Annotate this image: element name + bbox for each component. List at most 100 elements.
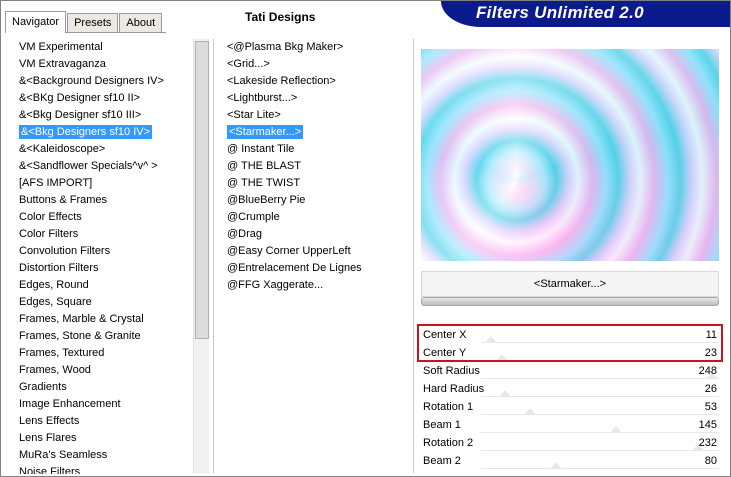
category-item-label: Color Effects (19, 211, 82, 223)
category-item[interactable]: Gradients (11, 379, 191, 396)
filter-item[interactable]: @BlueBerry Pie (221, 192, 401, 209)
tab-presets[interactable]: Presets (67, 13, 119, 33)
category-item[interactable]: Edges, Round (11, 277, 191, 294)
param-thumb[interactable] (549, 462, 562, 469)
category-item[interactable]: Color Filters (11, 226, 191, 243)
category-item[interactable]: Edges, Square (11, 294, 191, 311)
param-slider-center-y[interactable]: Center Y 23 (421, 344, 719, 362)
param-track[interactable] (481, 372, 719, 379)
param-value: 145 (698, 419, 717, 431)
filter-item[interactable]: @Easy Corner UpperLeft (221, 243, 401, 260)
preview-image (421, 49, 719, 261)
param-label: Beam 1 (423, 419, 461, 431)
category-item-label: Gradients (19, 381, 67, 393)
filter-item[interactable]: @FFG Xaggerate... (221, 277, 401, 294)
category-item-label: VM Experimental (19, 41, 103, 53)
category-scrollbar-thumb[interactable] (195, 41, 209, 339)
tab-navigator[interactable]: Navigator (5, 11, 67, 33)
param-track[interactable] (481, 390, 719, 397)
param-slider-rotation-2[interactable]: Rotation 2 232 (421, 434, 719, 452)
param-thumb[interactable] (485, 336, 498, 343)
param-thumb[interactable] (610, 426, 623, 433)
filter-item-label: @Easy Corner UpperLeft (227, 245, 351, 257)
category-item-label: &<Kaleidoscope> (19, 143, 106, 155)
category-item-label: Frames, Stone & Granite (19, 330, 141, 342)
category-item[interactable]: &<Kaleidoscope> (11, 141, 191, 158)
param-slider-center-x[interactable]: Center X 11 (421, 326, 719, 344)
param-track[interactable] (481, 426, 719, 433)
filter-item-label: @ Instant Tile (227, 143, 295, 155)
category-item-label: Frames, Textured (19, 347, 105, 359)
category-item[interactable]: [AFS IMPORT] (11, 175, 191, 192)
filter-item[interactable]: <Lightburst...> (221, 90, 401, 107)
category-item-label: &<Bkg Designer sf10 III> (19, 109, 142, 121)
category-item[interactable]: Lens Flares (11, 430, 191, 447)
filters-unlimited-window: Navigator Presets About Tati Designs Fil… (0, 0, 731, 477)
filter-item-label: @Crumple (227, 211, 280, 223)
category-item[interactable]: Distortion Filters (11, 260, 191, 277)
param-track[interactable] (481, 336, 719, 343)
param-slider-beam-2[interactable]: Beam 2 80 (421, 452, 719, 470)
category-item[interactable]: Buttons & Frames (11, 192, 191, 209)
filter-item-label: <Star Lite> (227, 109, 281, 121)
filter-item[interactable]: <Star Lite> (221, 107, 401, 124)
param-label: Center X (423, 329, 467, 341)
category-item-label: Buttons & Frames (19, 194, 108, 206)
filter-item[interactable]: <@Plasma Bkg Maker> (221, 39, 401, 56)
filter-item[interactable]: @ THE BLAST (221, 158, 401, 175)
category-item[interactable]: Frames, Marble & Crystal (11, 311, 191, 328)
category-item-label: Lens Effects (19, 415, 80, 427)
filter-item[interactable]: @Crumple (221, 209, 401, 226)
category-item[interactable]: VM Extravaganza (11, 56, 191, 73)
param-track[interactable] (481, 444, 719, 451)
category-item[interactable]: Lens Effects (11, 413, 191, 430)
category-item[interactable]: &<Background Designers IV> (11, 73, 191, 90)
param-thumb[interactable] (496, 354, 509, 361)
category-list[interactable]: VM Experimental VM Extravaganza &<Backgrou… (11, 39, 191, 474)
param-slider-soft-radius[interactable]: Soft Radius 248 (421, 362, 719, 380)
param-thumb[interactable] (524, 408, 537, 415)
filter-set-title: Tati Designs (245, 10, 316, 24)
category-item[interactable]: Frames, Stone & Granite (11, 328, 191, 345)
param-track[interactable] (481, 408, 719, 415)
param-slider-rotation-1[interactable]: Rotation 1 53 (421, 398, 719, 416)
category-item[interactable]: Noise Filters (11, 464, 191, 474)
param-track[interactable] (481, 462, 719, 469)
category-item-label: Image Enhancement (19, 398, 121, 410)
category-item[interactable]: &<Sandflower Specials^v^ > (11, 158, 191, 175)
category-item[interactable]: Frames, Textured (11, 345, 191, 362)
category-item[interactable]: MuRa's Seamless (11, 447, 191, 464)
category-scrollbar[interactable] (193, 39, 209, 473)
filter-item[interactable]: @ Instant Tile (221, 141, 401, 158)
param-label: Soft Radius (423, 365, 480, 377)
category-item[interactable]: VM Experimental (11, 39, 191, 56)
category-item[interactable]: Color Effects (11, 209, 191, 226)
filter-item[interactable]: @Entrelacement De Lignes (221, 260, 401, 277)
filter-item-label: <Grid...> (227, 58, 270, 70)
filter-item[interactable]: <Grid...> (221, 56, 401, 73)
category-item[interactable]: Image Enhancement (11, 396, 191, 413)
filter-item-label: @BlueBerry Pie (227, 194, 306, 206)
filter-item[interactable]: @ THE TWIST (221, 175, 401, 192)
filter-item-label: <@Plasma Bkg Maker> (227, 41, 344, 53)
tab-about[interactable]: About (119, 13, 163, 33)
param-slider-hard-radius[interactable]: Hard Radius 26 (421, 380, 719, 398)
param-value: 26 (704, 383, 717, 395)
category-item[interactable]: &<BKg Designer sf10 II> (11, 90, 191, 107)
param-slider-beam-1[interactable]: Beam 1 145 (421, 416, 719, 434)
category-item[interactable]: &<Bkg Designers sf10 IV> (11, 124, 191, 141)
filter-item[interactable]: <Starmaker...> (221, 124, 401, 141)
filter-item[interactable]: <Lakeside Reflection> (221, 73, 401, 90)
filter-item[interactable]: @Drag (221, 226, 401, 243)
param-track[interactable] (481, 354, 719, 361)
divider (213, 39, 214, 473)
filter-list[interactable]: <@Plasma Bkg Maker> <Grid...> <Lakeside Re… (221, 39, 401, 299)
category-item[interactable]: &<Bkg Designer sf10 III> (11, 107, 191, 124)
category-item-label: VM Extravaganza (19, 58, 106, 70)
param-thumb[interactable] (499, 390, 512, 397)
parameter-list: Center X 11 Center Y 23 Soft Radius 248 Hard R… (421, 326, 719, 470)
filter-name-button[interactable]: <Starmaker...> (421, 271, 719, 297)
category-item[interactable]: Frames, Wood (11, 362, 191, 379)
filter-progress-bar (421, 297, 719, 306)
category-item[interactable]: Convolution Filters (11, 243, 191, 260)
